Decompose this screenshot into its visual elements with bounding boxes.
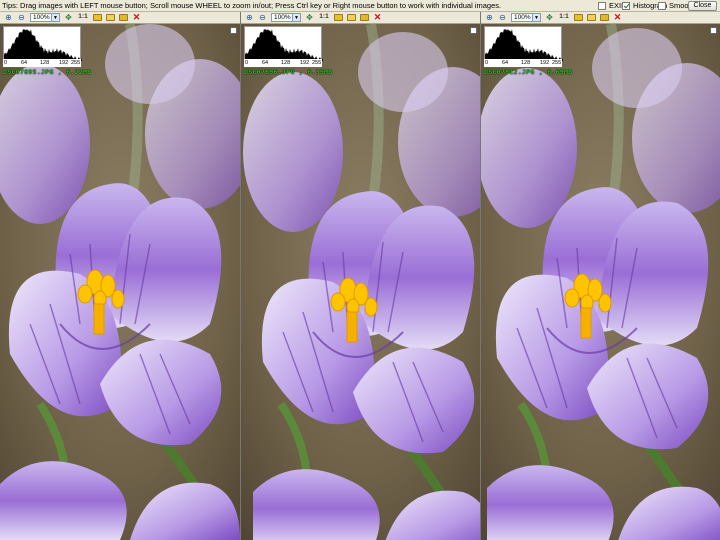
zoom-value: 100%	[33, 14, 50, 21]
histogram-tick: 0	[4, 60, 8, 66]
move-icon[interactable]: ✥	[63, 12, 74, 23]
select-panel-checkbox[interactable]	[230, 27, 237, 34]
histogram-axis: 0 64 128 192 255	[484, 59, 562, 67]
histogram-tick: 255	[552, 60, 562, 66]
histogram-tick: 255	[71, 60, 81, 66]
histogram-tick: 64	[262, 60, 269, 66]
close-button[interactable]: Close	[688, 1, 717, 11]
zoom-select[interactable]: 100% ▼	[511, 13, 541, 22]
histogram-tick: 192	[59, 60, 69, 66]
histogram-tick: 128	[40, 60, 50, 66]
image-viewport[interactable]: 0 64 128 192 255 DSC07696.JPG , 6.35MB	[241, 24, 480, 540]
smooth-checkbox[interactable]	[658, 1, 666, 10]
delete-icon[interactable]: ✕	[372, 12, 383, 23]
select-panel-checkbox[interactable]	[710, 27, 717, 34]
folder-up-icon[interactable]	[586, 12, 597, 23]
image-viewport[interactable]: 0 64 128 192 255 DSC07695.JPG , 6.22MB	[0, 24, 240, 540]
histogram-tick: 0	[485, 60, 489, 66]
histogram-tick: 128	[281, 60, 291, 66]
histogram-tick: 64	[502, 60, 509, 66]
one-to-one-button[interactable]: 1:1	[76, 12, 90, 23]
folder-up-icon[interactable]	[346, 12, 357, 23]
image-panel-2[interactable]: ⊕ ⊖ 100% ▼ ✥ 1:1 ✕ 0 64 128 192 255 DSC0…	[240, 12, 480, 540]
chevron-down-icon[interactable]: ▼	[51, 14, 59, 21]
histogram-tick: 192	[300, 60, 310, 66]
move-icon[interactable]: ✥	[304, 12, 315, 23]
image-viewport[interactable]: 0 64 128 192 255 DSC07812.JPG , 6.69MB	[481, 24, 720, 540]
zoom-value: 100%	[514, 14, 531, 21]
file-name-label: DSC07812.JPG , 6.69MB	[484, 68, 573, 76]
zoom-in-icon[interactable]: ⊕	[244, 12, 255, 23]
histogram-tick: 0	[245, 60, 249, 66]
flower-photo[interactable]	[241, 24, 480, 540]
move-icon[interactable]: ✥	[544, 12, 555, 23]
folder-save-icon[interactable]	[118, 12, 129, 23]
one-to-one-button[interactable]: 1:1	[317, 12, 331, 23]
histogram	[244, 26, 323, 61]
one-to-one-button[interactable]: 1:1	[557, 12, 571, 23]
folder-up-icon[interactable]	[105, 12, 116, 23]
folder-save-icon[interactable]	[359, 12, 370, 23]
folder-icon[interactable]	[92, 12, 103, 23]
histogram-axis: 0 64 128 192 255	[244, 59, 322, 67]
file-name-label: DSC07696.JPG , 6.35MB	[244, 68, 333, 76]
tips-text: Tips: Drag images with LEFT mouse button…	[2, 1, 502, 10]
histogram-tick: 64	[21, 60, 28, 66]
zoom-out-icon[interactable]: ⊖	[16, 12, 27, 23]
histogram-tick: 128	[521, 60, 531, 66]
flower-photo[interactable]	[481, 24, 720, 540]
panel-toolbar: ⊕ ⊖ 100% ▼ ✥ 1:1 ✕	[0, 12, 240, 24]
histogram-tick: 192	[540, 60, 550, 66]
zoom-in-icon[interactable]: ⊕	[3, 12, 14, 23]
folder-save-icon[interactable]	[599, 12, 610, 23]
zoom-in-icon[interactable]: ⊕	[484, 12, 495, 23]
select-panel-checkbox[interactable]	[470, 27, 477, 34]
histogram-checkbox[interactable]	[622, 1, 630, 10]
chevron-down-icon[interactable]: ▼	[292, 14, 300, 21]
chevron-down-icon[interactable]: ▼	[532, 14, 540, 21]
top-info-bar: Tips: Drag images with LEFT mouse button…	[0, 0, 720, 12]
zoom-select[interactable]: 100% ▼	[30, 13, 60, 22]
panel-toolbar: ⊕ ⊖ 100% ▼ ✥ 1:1 ✕	[481, 12, 720, 24]
delete-icon[interactable]: ✕	[612, 12, 623, 23]
histogram	[3, 26, 82, 61]
delete-icon[interactable]: ✕	[131, 12, 142, 23]
zoom-value: 100%	[274, 14, 291, 21]
histogram	[484, 26, 563, 61]
flower-photo[interactable]	[0, 24, 240, 540]
exif-checkbox[interactable]	[598, 1, 606, 10]
zoom-out-icon[interactable]: ⊖	[257, 12, 268, 23]
image-panel-1[interactable]: ⊕ ⊖ 100% ▼ ✥ 1:1 ✕ 0 64 128 192 255 DSC0…	[0, 12, 240, 540]
image-panel-3[interactable]: ⊕ ⊖ 100% ▼ ✥ 1:1 ✕ 0 64 128 192 255 DSC0…	[480, 12, 720, 540]
folder-icon[interactable]	[573, 12, 584, 23]
zoom-select[interactable]: 100% ▼	[271, 13, 301, 22]
folder-icon[interactable]	[333, 12, 344, 23]
histogram-tick: 255	[312, 60, 322, 66]
histogram-axis: 0 64 128 192 255	[3, 59, 81, 67]
file-name-label: DSC07695.JPG , 6.22MB	[3, 68, 92, 76]
zoom-out-icon[interactable]: ⊖	[497, 12, 508, 23]
panel-toolbar: ⊕ ⊖ 100% ▼ ✥ 1:1 ✕	[241, 12, 480, 24]
